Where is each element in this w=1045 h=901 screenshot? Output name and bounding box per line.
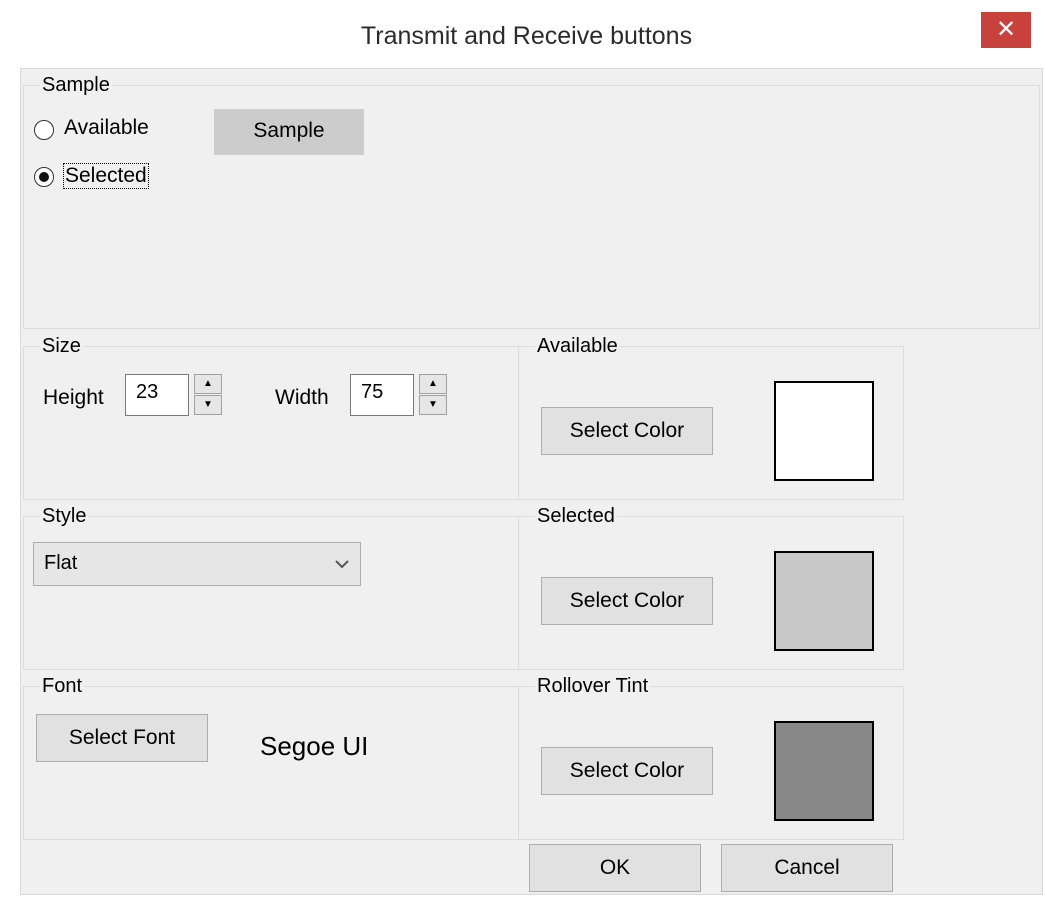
arrow-down-icon: ▼ <box>428 399 438 410</box>
cancel-button[interactable]: Cancel <box>721 844 893 892</box>
rollover-tint-group: Rollover Tint Select Color <box>518 674 904 840</box>
size-group-legend: Size <box>40 334 83 358</box>
available-group-legend: Available <box>535 334 620 358</box>
radio-available[interactable]: Available <box>34 116 184 144</box>
size-group: Size Height 23 ▲ ▼ Width 75 ▲ ▼ <box>23 334 519 500</box>
width-input[interactable]: 75 <box>350 374 414 416</box>
select-font-label: Select Font <box>68 726 176 749</box>
radio-selected-circle[interactable] <box>34 167 54 187</box>
height-up-button[interactable]: ▲ <box>194 374 222 394</box>
rollover-select-color-label: Select Color <box>569 759 685 782</box>
available-select-color-button[interactable]: Select Color <box>541 407 713 455</box>
arrow-down-icon: ▼ <box>203 399 213 410</box>
window-title: Transmit and Receive buttons <box>360 22 693 50</box>
width-label: Width <box>275 386 329 409</box>
ok-button[interactable]: OK <box>529 844 701 892</box>
cancel-button-label: Cancel <box>774 856 840 879</box>
font-name-display: Segoe UI <box>260 731 369 761</box>
style-dropdown-value: Flat <box>44 552 78 574</box>
font-group: Font Select Font Segoe UI <box>23 674 519 840</box>
available-color-swatch <box>774 381 874 481</box>
rollover-group-legend: Rollover Tint <box>535 674 651 698</box>
available-color-group: Available Select Color <box>518 334 904 500</box>
sample-button[interactable]: Sample <box>214 109 364 155</box>
rollover-color-swatch <box>774 721 874 821</box>
select-font-button[interactable]: Select Font <box>36 714 208 762</box>
title-bar: Transmit and Receive buttons ✕ <box>8 0 1045 72</box>
style-group-legend: Style <box>40 504 89 528</box>
style-group: Style Flat <box>23 504 519 670</box>
radio-available-label: Available <box>64 116 149 139</box>
width-spinner[interactable]: ▲ ▼ <box>419 374 447 416</box>
radio-available-circle[interactable] <box>34 120 54 140</box>
selected-group-legend: Selected <box>535 504 617 528</box>
close-icon: ✕ <box>995 16 1017 43</box>
height-input[interactable]: 23 <box>125 374 189 416</box>
close-button[interactable]: ✕ <box>981 12 1031 48</box>
selected-color-swatch <box>774 551 874 651</box>
sample-button-label: Sample <box>253 119 325 142</box>
selected-color-group: Selected Select Color <box>518 504 904 670</box>
dialog-window: Transmit and Receive buttons ✕ Sample Av… <box>8 0 1045 901</box>
height-spinner[interactable]: ▲ ▼ <box>194 374 222 416</box>
arrow-up-icon: ▲ <box>428 378 438 389</box>
arrow-up-icon: ▲ <box>203 378 213 389</box>
font-group-legend: Font <box>40 674 85 698</box>
height-label: Height <box>43 386 104 409</box>
style-dropdown[interactable]: Flat <box>33 542 361 586</box>
available-select-color-label: Select Color <box>569 419 685 442</box>
selected-select-color-label: Select Color <box>569 589 685 612</box>
radio-selected-dot <box>39 172 49 182</box>
radio-selected[interactable]: Selected <box>34 163 184 191</box>
ok-button-label: OK <box>599 856 631 879</box>
height-down-button[interactable]: ▼ <box>194 395 222 415</box>
rollover-select-color-button[interactable]: Select Color <box>541 747 713 795</box>
sample-group-legend: Sample <box>40 73 112 97</box>
radio-selected-label: Selected <box>63 163 149 189</box>
selected-select-color-button[interactable]: Select Color <box>541 577 713 625</box>
width-up-button[interactable]: ▲ <box>419 374 447 394</box>
dialog-body: Sample Available Selected Sample Size He… <box>20 68 1043 895</box>
width-down-button[interactable]: ▼ <box>419 395 447 415</box>
chevron-down-icon <box>335 560 349 569</box>
sample-group: Sample Available Selected Sample <box>23 73 1040 329</box>
